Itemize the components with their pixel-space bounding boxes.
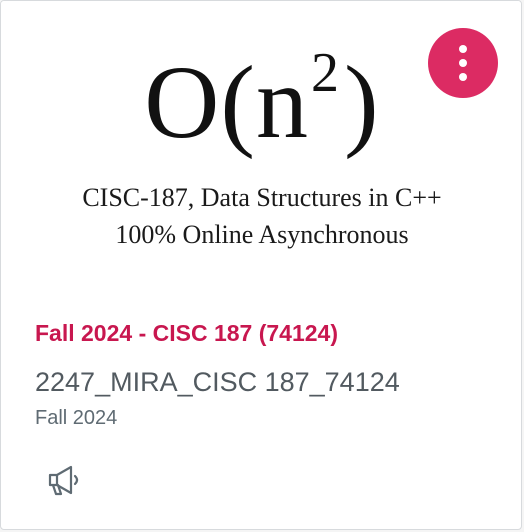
course-term: Fall 2024	[35, 407, 118, 429]
more-options-dot	[459, 59, 467, 67]
more-options-vertical-icon	[459, 45, 467, 53]
course-code: 2247_MIRA_CISC 187_74124	[35, 367, 400, 397]
image-course-format: 100% Online Asynchronous	[115, 220, 409, 249]
formula-main: O(n	[144, 45, 310, 160]
course-title-link[interactable]: Fall 2024 - CISC 187 (74124)	[35, 320, 338, 347]
megaphone-icon	[48, 465, 79, 496]
image-course-name: CISC-187, Data Structures in C++	[82, 183, 442, 212]
formula-close: )	[344, 45, 380, 160]
course-card: O(n2) CISC-187, Data Structures in C++ 1…	[0, 0, 522, 530]
formula-superscript: 2	[311, 42, 341, 104]
more-options-dot	[459, 73, 467, 81]
card-options-button[interactable]	[428, 28, 498, 98]
announcements-button[interactable]	[45, 463, 85, 499]
